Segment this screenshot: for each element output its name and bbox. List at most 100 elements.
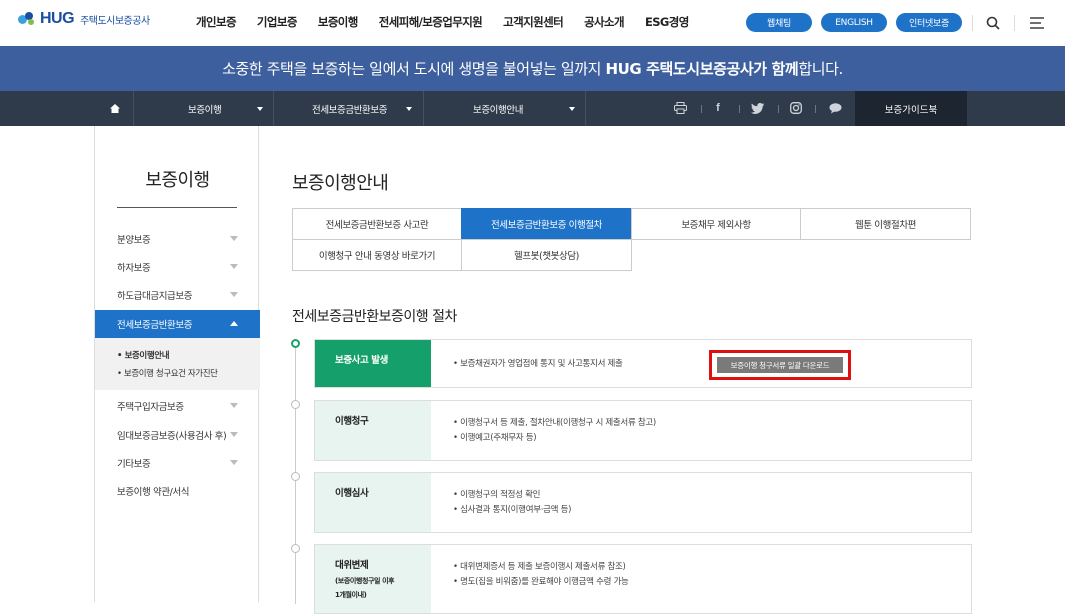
sidebar-item-label: 임대보증금보증(사용검사 후) [117, 431, 227, 442]
step-desc: • 이행청구의 적정성 확인 • 심사결과 통지(이행여부·금액 등) [453, 488, 571, 518]
step-label: 대위변제 [335, 560, 369, 571]
tab-webtoon[interactable]: 웹툰 이행절차편 [800, 208, 971, 240]
sidebar-item-label: 기타보증 [117, 459, 151, 470]
top-header: HUG 주택도시보증공사 개인보증 기업보증 보증이행 전세피해/보증업무지원 … [0, 0, 1065, 46]
chat-icon[interactable] [828, 101, 842, 115]
print-icon[interactable] [673, 101, 687, 115]
tab-accident[interactable]: 전세보증금반환보증 사고란 [292, 208, 462, 240]
crumb-dropdown-3[interactable]: 보증이행안내 [423, 91, 585, 126]
sidebar-item-jeonse[interactable]: 전세보증금반환보증 [95, 310, 260, 338]
logo[interactable]: HUG 주택도시보증공사 [18, 10, 150, 28]
slogan-banner: 소중한 주택을 보증하는 일에서 도시에 생명을 불어넣는 일까지 HUG 주택… [0, 46, 1065, 91]
facebook-icon[interactable]: f [711, 101, 725, 115]
sidebar-item-label: 하자보증 [117, 263, 151, 274]
step-desc-line: • 보증채권자가 영업점에 통지 및 사고통지서 제출 [453, 359, 623, 369]
step-desc-line: • 명도(집을 비워줌)를 완료해야 이행금액 수령 가능 [453, 577, 629, 587]
twitter-icon[interactable] [750, 101, 764, 115]
sidebar-item-presale[interactable]: 분양보증 [95, 225, 260, 253]
sidebar-item-label: 전세보증금반환보증 [117, 320, 193, 331]
logo-sub: 주택도시보증공사 [80, 15, 150, 27]
chevron-down-icon [230, 292, 238, 297]
gnb-item-business[interactable]: 기업보증 [257, 14, 298, 30]
timeline-dot [291, 339, 300, 348]
step-subrogation: 대위변제 (보증이행청구일 이후 1개월이내) • 대위변제증서 등 제출 보증… [314, 544, 972, 614]
gnb-item-support[interactable]: 전세피해/보증업무지원 [379, 14, 483, 30]
step-desc: • 보증채권자가 영업점에 통지 및 사고통지서 제출 [453, 357, 623, 372]
timeline-dot [291, 472, 300, 481]
internet-guarantee-button[interactable]: 인터넷보증 [896, 13, 962, 32]
tab-procedure[interactable]: 전세보증금반환보증 이행절차 [461, 208, 632, 240]
divider [815, 105, 816, 113]
chevron-down-icon [230, 432, 238, 437]
menu-icon[interactable] [1026, 12, 1048, 34]
sidebar-item-label: 하도급대금지급보증 [117, 291, 193, 302]
top-buttons: 웹채팅 ENGLISH 인터넷보증 [746, 13, 962, 32]
crumb-label: 보증이행 [188, 104, 222, 116]
banner-text: 소중한 주택을 보증하는 일에서 도시에 생명을 불어넣는 일까지 [222, 60, 606, 78]
divider [972, 15, 973, 31]
crumb-dropdown-1[interactable]: 보증이행 [133, 91, 273, 126]
sidebar-item-purchase-loan[interactable]: 주택구입자금보증 [95, 392, 260, 420]
banner-text-end: 합니다. [798, 60, 843, 78]
chevron-down-icon [569, 107, 575, 111]
gnb-item-personal[interactable]: 개인보증 [196, 14, 237, 30]
gnb-item-customer-center[interactable]: 고객지원센터 [503, 14, 563, 30]
gnb-item-about[interactable]: 공사소개 [584, 14, 625, 30]
sidebar-item-rental-deposit[interactable]: 임대보증금보증(사용검사 후) [95, 421, 260, 449]
step-label: 이행심사 [315, 473, 431, 532]
sidebar-subitem-self-check[interactable]: • 보증이행 청구요건 자가진단 [117, 367, 218, 379]
step-desc-line: • 이행예고(주채무자 등) [453, 433, 537, 443]
step-desc-line: • 심사결과 통지(이행여부·금액 등) [453, 505, 572, 515]
global-nav: 개인보증 기업보증 보증이행 전세피해/보증업무지원 고객지원센터 공사소개 E… [196, 14, 689, 30]
chevron-down-icon [230, 403, 238, 408]
guidebook-button[interactable]: 보증가이드북 [855, 91, 967, 126]
highlight-box [709, 350, 851, 380]
side-nav: 보증이행 분양보증 하자보증 하도급대금지급보증 전세보증금반환보증 • 보증이… [94, 126, 260, 602]
step-label-note: 1개월이내) [335, 591, 367, 599]
sidebar-item-other[interactable]: 기타보증 [95, 449, 260, 477]
search-icon[interactable] [982, 12, 1004, 34]
chevron-up-icon [230, 321, 238, 326]
step-desc: • 대위변제증서 등 제출 보증이행시 제출서류 참조) • 명도(집을 비워줌… [453, 560, 629, 590]
step-claim: 이행청구 • 이행청구서 등 제출, 절차안내(이행청구 시 제출서류 참고) … [314, 400, 972, 461]
tab-video[interactable]: 이행청구 안내 동영상 바로가기 [292, 239, 462, 271]
step-label: 보증사고 발생 [315, 340, 431, 387]
crumb-label: 보증이행안내 [473, 104, 524, 116]
divider [1014, 15, 1015, 31]
step-desc: • 이행청구서 등 제출, 절차안내(이행청구 시 제출서류 참고) • 이행예… [453, 416, 656, 446]
step-desc-line: • 이행청구서 등 제출, 절차안내(이행청구 시 제출서류 참고) [453, 418, 656, 428]
step-label: 이행청구 [315, 401, 431, 460]
location-bar: 보증이행 전세보증금반환보증 보증이행안내 f 보증가이드북 [0, 91, 1065, 126]
gnb-item-esg[interactable]: ESG경영 [645, 14, 689, 30]
divider [585, 91, 586, 126]
step-desc-line: • 대위변제증서 등 제출 보증이행시 제출서류 참조) [453, 562, 626, 572]
webchat-button[interactable]: 웹채팅 [746, 13, 812, 32]
tab-helpbot[interactable]: 헬프봇(챗봇상담) [461, 239, 632, 271]
timeline-dot [291, 400, 300, 409]
sidebar-item-subcontract[interactable]: 하도급대금지급보증 [95, 281, 260, 309]
gnb-item-fulfillment[interactable]: 보증이행 [318, 14, 359, 30]
banner-text-bold: HUG 주택도시보증공사가 함께 [605, 60, 799, 78]
english-button[interactable]: ENGLISH [821, 13, 887, 32]
instagram-icon[interactable] [789, 101, 803, 115]
divider [701, 105, 702, 113]
chevron-down-icon [230, 264, 238, 269]
sidebar-item-defect[interactable]: 하자보증 [95, 253, 260, 281]
sidebar-item-label: 보증이행 약관/서식 [117, 487, 190, 498]
sidebar-subitem-guide[interactable]: • 보증이행안내 [117, 349, 170, 361]
home-icon[interactable] [96, 91, 133, 126]
timeline-dot [291, 544, 300, 553]
sidebar-item-label: 분양보증 [117, 235, 151, 246]
main-content: 보증이행안내 전세보증금반환보증 사고란 전세보증금반환보증 이행절차 보증채무… [259, 126, 1065, 614]
tab-exclusions[interactable]: 보증채무 제외사항 [631, 208, 801, 240]
divider [739, 105, 740, 113]
step-accident: 보증사고 발생 • 보증채권자가 영업점에 통지 및 사고통지서 제출 보증이행… [314, 339, 972, 388]
page-title: 보증이행안내 [292, 173, 389, 194]
section-title: 전세보증금반환보증이행 절차 [292, 309, 457, 325]
crumb-dropdown-2[interactable]: 전세보증금반환보증 [273, 91, 423, 126]
step-label-box: 대위변제 (보증이행청구일 이후 1개월이내) [315, 545, 431, 613]
sidebar-item-terms[interactable]: 보증이행 약관/서식 [95, 477, 260, 505]
divider [117, 207, 237, 208]
side-nav-title: 보증이행 [145, 170, 210, 191]
step-label-note: (보증이행청구일 이후 [335, 577, 395, 585]
